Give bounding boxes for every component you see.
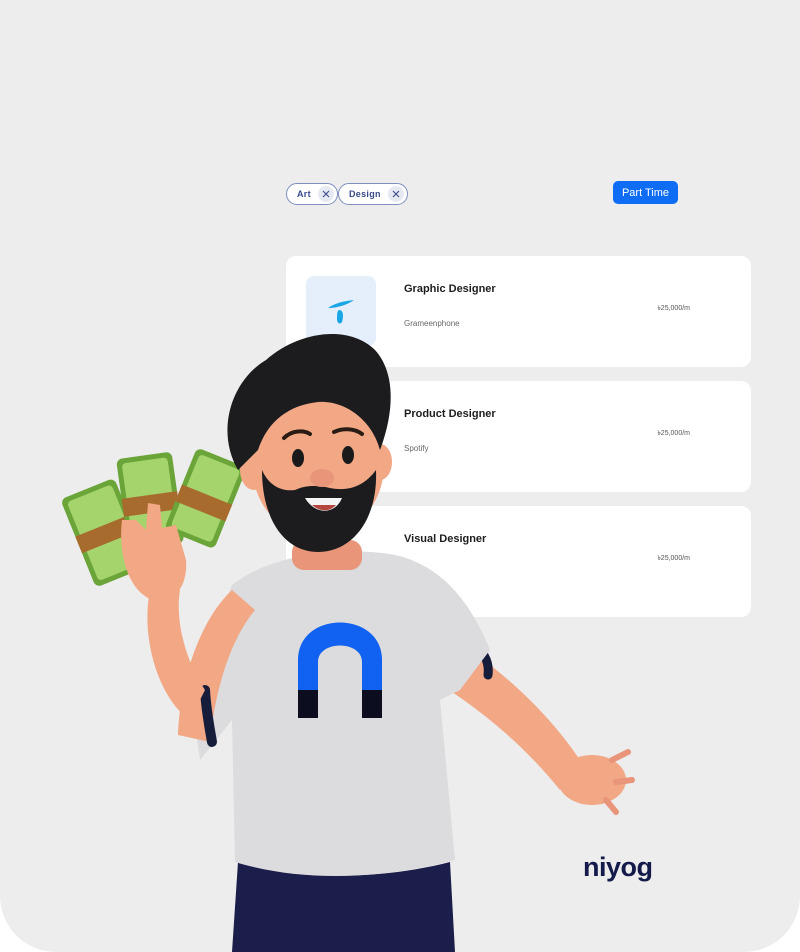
brand-wordmark: niyog: [583, 852, 653, 882]
hero-canvas: Art Design Part Time Graphic Designer Gr…: [0, 0, 800, 952]
niyog-logo: niyog: [583, 852, 653, 882]
character-illustration: [62, 333, 635, 952]
